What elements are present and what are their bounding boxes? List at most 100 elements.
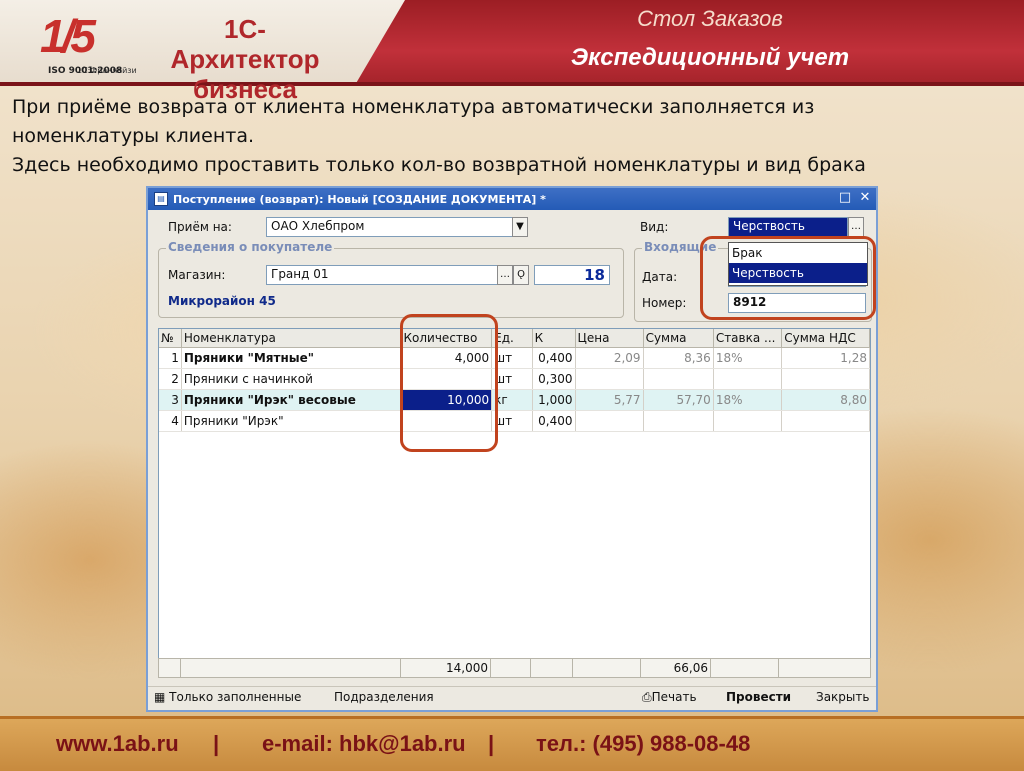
totals-spacer (181, 659, 401, 677)
cell-name[interactable]: Пряники "Ирэк" (181, 410, 402, 432)
slide-caption: При приёме возврата от клиента номенклат… (12, 93, 1012, 180)
only-filled-button[interactable]: ▦ Только заполненные (154, 690, 301, 704)
col-name[interactable]: Номенклатура (181, 329, 402, 348)
quantity-highlight (400, 314, 498, 452)
totals-spacer (159, 659, 181, 677)
cell-vat[interactable] (781, 368, 870, 390)
close-icon[interactable]: ✕ (858, 191, 872, 205)
print-button[interactable]: ⎙Печать (642, 690, 697, 705)
store-code-field[interactable]: 18 (534, 265, 610, 285)
totals-spacer (573, 659, 641, 677)
district-label: Микрорайон 45 (168, 294, 276, 308)
document-window: ▤ Поступление (возврат): Новый [СОЗДАНИЕ… (146, 186, 878, 712)
cell-name[interactable]: Пряники "Мятные" (181, 347, 402, 369)
cell-price[interactable] (575, 368, 644, 390)
total-qty: 14,000 (401, 659, 491, 677)
table-icon: ▦ (154, 690, 166, 704)
totals-spacer (491, 659, 531, 677)
cell-rate[interactable]: 18% (713, 347, 783, 369)
slide-footer: www.1ab.ru | e-mail: hbk@1ab.ru | тел.: … (0, 716, 1024, 771)
brand-line1: 1С-Архитектор (170, 14, 320, 74)
cell-price[interactable] (575, 410, 644, 432)
window-bottom-bar: ▦ Только заполненные Подразделения ⎙Печа… (148, 686, 876, 709)
col-sum[interactable]: Сумма (643, 329, 714, 348)
date-label: Дата: (642, 270, 678, 284)
table-row[interactable]: 1 Пряники "Мятные" 4,000 шт 0,400 2,09 8… (159, 347, 870, 369)
window-titlebar[interactable]: ▤ Поступление (возврат): Новый [СОЗДАНИЕ… (148, 188, 876, 210)
header-subtitle: Экспедиционный учет (570, 44, 850, 71)
caption-line1: При приёме возврата от клиента номенклат… (12, 96, 815, 118)
maximize-icon[interactable]: □ (838, 191, 852, 205)
cell-n: 2 (159, 368, 182, 390)
vid-select-button[interactable]: … (848, 217, 864, 237)
cell-sum[interactable] (643, 410, 714, 432)
cell-price[interactable]: 2,09 (575, 347, 644, 369)
totals-spacer (779, 659, 863, 677)
window-title: Поступление (возврат): Новый [СОЗДАНИЕ Д… (173, 192, 546, 206)
cell-n: 1 (159, 347, 182, 369)
col-rate[interactable]: Ставка ... (713, 329, 783, 348)
buyer-group-title: Сведения о покупателе (166, 240, 335, 254)
priem-label: Приём на: (168, 220, 232, 234)
vid-highlight (700, 236, 876, 320)
cell-n: 3 (159, 389, 182, 411)
number-label: Номер: (642, 296, 687, 310)
footer-separator: | (488, 731, 495, 756)
company-logo: 1/5 1С:Франчайзи (40, 10, 137, 75)
store-open-button[interactable]: Ǫ (513, 265, 529, 285)
col-k[interactable]: К (532, 329, 576, 348)
cell-name[interactable]: Пряники с начинкой (181, 368, 402, 390)
divisions-button[interactable]: Подразделения (334, 690, 434, 704)
cell-sum[interactable]: 57,70 (643, 389, 714, 411)
cell-vat[interactable] (781, 410, 870, 432)
cell-k[interactable]: 0,300 (532, 368, 576, 390)
document-icon: ▤ (154, 192, 168, 206)
store-field[interactable]: Гранд 01 (266, 265, 498, 285)
cell-k[interactable]: 0,400 (532, 410, 576, 432)
cell-sum[interactable]: 8,36 (643, 347, 714, 369)
only-filled-label: Только заполненные (169, 690, 302, 704)
cell-rate[interactable] (713, 368, 783, 390)
table-row[interactable]: 2 Пряники с начинкой шт 0,300 (159, 368, 870, 390)
cell-rate[interactable]: 18% (713, 389, 783, 411)
slide-header: 1/5 1С:Франчайзи ISO 9001:2008 1С-Архите… (0, 0, 1024, 104)
brand-name: 1С-Архитектор бизнеса (150, 14, 340, 104)
cell-sum[interactable] (643, 368, 714, 390)
priem-field[interactable]: ОАО Хлебпром (266, 217, 514, 237)
cell-rate[interactable] (713, 410, 783, 432)
totals-spacer (711, 659, 779, 677)
header-title: Стол Заказов (637, 6, 783, 31)
cell-k[interactable]: 1,000 (532, 389, 576, 411)
store-select-button[interactable]: … (497, 265, 513, 285)
logo-iso: ISO 9001:2008 (48, 66, 123, 76)
cell-vat[interactable]: 1,28 (781, 347, 870, 369)
table-row-selected[interactable]: 3 Пряники "Ирэк" весовые 10,000 кг 1,000… (159, 389, 870, 411)
items-table[interactable]: № Номенклатура Количество Ед. К Цена Сум… (158, 328, 871, 662)
vid-field[interactable]: Черствость (728, 217, 848, 237)
cell-price[interactable]: 5,77 (575, 389, 644, 411)
store-label: Магазин: (168, 268, 226, 282)
printer-icon: ⎙ (642, 690, 652, 704)
col-price[interactable]: Цена (575, 329, 644, 348)
footer-phone: тел.: (495) 988-08-48 (536, 731, 751, 756)
cell-name[interactable]: Пряники "Ирэк" весовые (181, 389, 402, 411)
cell-k[interactable]: 0,400 (532, 347, 576, 369)
totals-row: 14,000 66,06 (158, 658, 871, 678)
print-label: Печать (651, 690, 697, 704)
footer-email[interactable]: e-mail: hbk@1ab.ru (262, 731, 466, 757)
close-button[interactable]: Закрыть (816, 690, 869, 704)
post-button[interactable]: Провести (726, 690, 791, 704)
table-header-row: № Номенклатура Количество Ед. К Цена Сум… (159, 329, 870, 348)
cell-n: 4 (159, 410, 182, 432)
logo-number: 1/5 (40, 10, 96, 62)
caption-line2: номенклатуры клиента. (12, 125, 254, 147)
cell-vat[interactable]: 8,80 (781, 389, 870, 411)
caption-line3: Здесь необходимо проставить только кол-в… (12, 154, 866, 176)
table-row[interactable]: 4 Пряники "Ирэк" шт 0,400 (159, 410, 870, 432)
totals-spacer (531, 659, 573, 677)
col-n[interactable]: № (159, 329, 182, 348)
col-vat[interactable]: Сумма НДС (781, 329, 870, 348)
priem-dropdown-button[interactable]: ▼ (512, 217, 528, 237)
footer-site[interactable]: www.1ab.ru (56, 731, 179, 757)
footer-separator: | (213, 731, 220, 756)
